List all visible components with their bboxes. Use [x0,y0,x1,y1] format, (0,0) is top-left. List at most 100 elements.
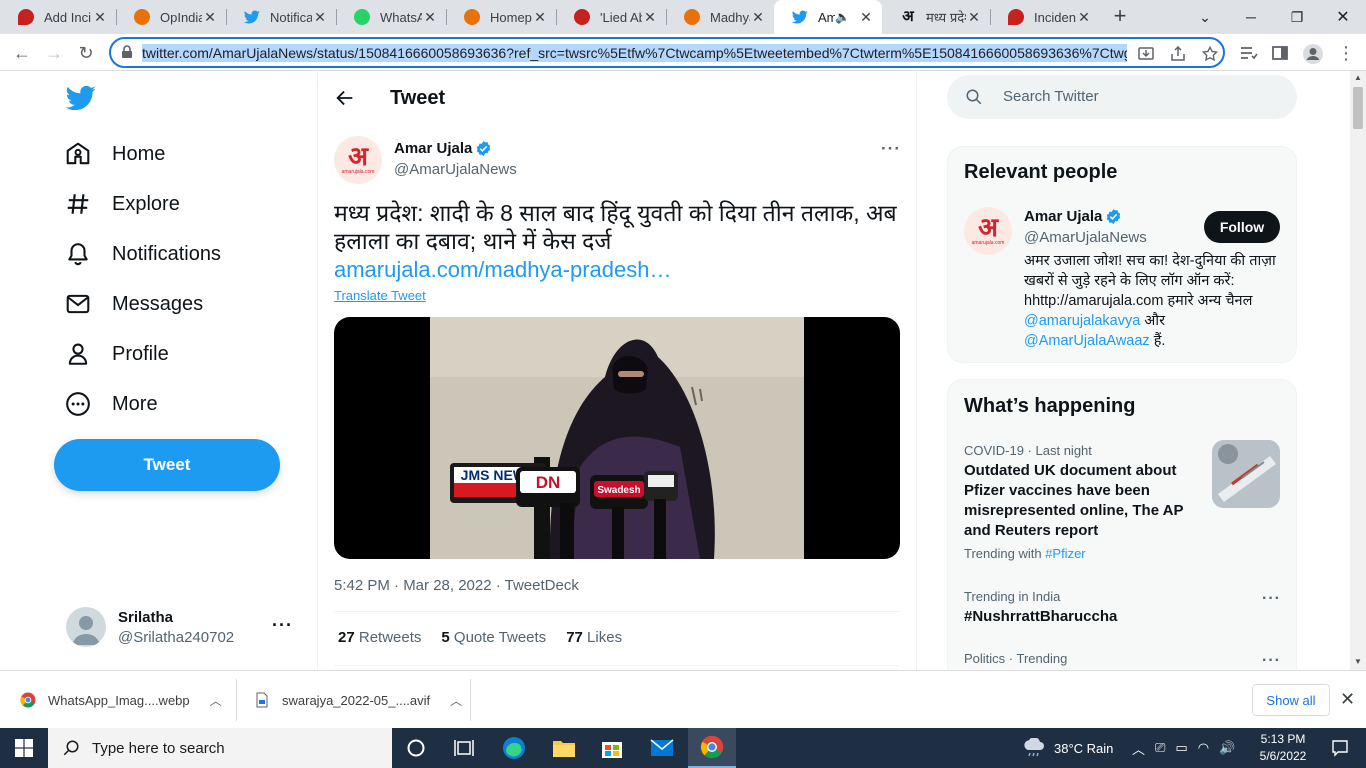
trend-item[interactable]: COVID-19 · Last night Outdated UK docume… [964,443,1204,561]
trend-hashtag-link[interactable]: #Pfizer [1045,546,1085,561]
wifi-icon[interactable]: ◠ [1198,740,1209,756]
close-icon[interactable]: ✕ [1076,9,1092,25]
side-panel-icon[interactable] [1270,43,1290,63]
page-scrollbar[interactable]: ▲ ▼ [1350,71,1366,670]
chrome-browser-icon[interactable] [688,728,736,768]
ellipsis-icon[interactable]: ··· [881,139,901,159]
back-button[interactable]: ← [8,40,36,66]
search-input[interactable]: Search Twitter [947,75,1297,119]
browser-tab[interactable]: OpIndia ✕ [116,0,226,34]
avatar[interactable]: अ amarujala.com [334,136,382,184]
new-tab-button[interactable]: + [1108,5,1132,29]
windows-start-icon[interactable] [0,728,48,768]
ellipsis-icon[interactable]: ··· [272,615,293,636]
tweet-button[interactable]: Tweet [54,439,280,491]
avatar[interactable]: अ amarujala.com [964,207,1012,255]
microsoft-store-icon[interactable] [588,728,636,768]
back-arrow-icon[interactable] [334,87,356,109]
file-explorer-icon[interactable] [540,728,588,768]
address-bar[interactable]: twitter.com/AmarUjalaNews/status/1508416… [109,37,1225,68]
quote-tweets-stat[interactable]: 5 Quote Tweets [441,629,546,646]
trend-item[interactable]: Trending in India #NushrrattBharuccha [964,589,1282,627]
minimize-button[interactable]: ─ [1228,0,1274,34]
task-view-icon[interactable] [440,728,488,768]
maximize-button[interactable]: ❐ [1274,0,1320,34]
show-all-downloads-button[interactable]: Show all [1252,684,1330,716]
nav-explore[interactable]: Explore [64,182,180,226]
account-switcher[interactable]: Srilatha @Srilatha240702 ··· [64,603,296,651]
trend-thumbnail[interactable] [1212,440,1280,508]
url-text[interactable]: twitter.com/AmarUjalaNews/status/1508416… [142,44,1127,62]
author-handle[interactable]: @AmarUjalaNews [394,161,517,178]
nav-more[interactable]: More [64,382,158,426]
browser-tab-active[interactable]: Ama 🔈 ✕ [774,0,882,34]
share-icon[interactable] [1169,45,1187,63]
reading-list-icon[interactable] [1238,43,1258,63]
browser-tab[interactable]: Madhya ✕ [666,0,774,34]
weather-widget[interactable]: 38°C Rain [1022,728,1113,768]
close-icon[interactable]: ✕ [642,9,658,25]
close-icon[interactable]: ✕ [92,9,108,25]
close-icon[interactable]: ✕ [202,9,218,25]
volume-icon[interactable]: 🔊 [1219,740,1235,756]
close-window-button[interactable]: ✕ [1320,0,1366,34]
retweets-stat[interactable]: 27 Retweets [338,629,421,646]
chevron-up-icon[interactable]: ︿ [210,692,222,709]
profile-avatar-icon[interactable] [1302,43,1323,64]
trend-item[interactable]: Politics · Trending [964,651,1282,666]
cortana-icon[interactable] [392,728,440,768]
tweet-timestamp[interactable]: 5:42 PM · Mar 28, 2022 · TweetDeck [334,577,579,594]
chevron-up-icon[interactable]: ︿ [1132,739,1145,758]
bio-mention-link[interactable]: @amarujalakavya [1024,313,1140,329]
system-clock[interactable]: 5:13 PM 5/6/2022 [1252,731,1314,765]
nav-profile[interactable]: Profile [64,332,169,376]
edge-browser-icon[interactable] [490,728,538,768]
ellipsis-icon[interactable]: ··· [1262,590,1281,608]
browser-tab[interactable]: Add Inci ✕ [0,0,116,34]
browser-tab[interactable]: अ मध्य प्रदेश ✕ [882,0,990,34]
scroll-down-arrow-icon[interactable]: ▼ [1354,657,1362,666]
tweet-link[interactable]: amarujala.com/madhya-pradesh… [334,257,672,283]
download-item[interactable]: swarajya_2022-05_....avif ︿ [254,679,462,721]
twitter-logo-icon[interactable] [66,85,96,111]
nav-messages[interactable]: Messages [64,282,203,326]
close-icon[interactable]: ✕ [532,9,548,25]
browser-tab[interactable]: Incident ✕ [990,0,1100,34]
nav-home[interactable]: Home [64,132,165,176]
close-icon[interactable]: ✕ [422,9,438,25]
person-handle[interactable]: @AmarUjalaNews [1024,229,1147,246]
meet-now-icon[interactable]: ⎚ [1155,740,1165,756]
nav-notifications[interactable]: Notifications [64,232,221,276]
battery-icon[interactable]: ▭ [1175,740,1187,756]
taskbar-search-input[interactable]: Type here to search [48,728,392,768]
install-app-icon[interactable] [1137,45,1155,63]
close-icon[interactable]: ✕ [858,9,874,25]
close-icon[interactable]: ✕ [312,9,328,25]
bio-mention-link[interactable]: @AmarUjalaAwaaz [1024,333,1150,349]
browser-tab[interactable]: Notificat ✕ [226,0,336,34]
reload-button[interactable]: ↻ [72,40,100,66]
scrollbar-thumb[interactable] [1353,87,1363,129]
follow-button[interactable]: Follow [1204,211,1280,243]
tweet-video[interactable]: JMS NEWS DN Swadesh [334,317,900,559]
bookmark-star-icon[interactable] [1201,45,1219,63]
scroll-up-arrow-icon[interactable]: ▲ [1354,73,1362,82]
browser-tab[interactable]: WhatsAp ✕ [336,0,446,34]
forward-button[interactable]: → [40,40,68,66]
likes-stat[interactable]: 77 Likes [566,629,622,646]
chevron-up-icon[interactable]: ︿ [450,692,462,709]
notifications-icon[interactable] [1316,728,1364,768]
translate-tweet-link[interactable]: Translate Tweet [334,288,426,303]
download-item[interactable]: WhatsApp_Imag....webp ︿ [20,679,222,721]
browser-tab[interactable]: Homepa ✕ [446,0,556,34]
browser-menu-icon[interactable]: ⋮ [1336,43,1356,63]
browser-tab[interactable]: 'Lied Ab ✕ [556,0,666,34]
person-name[interactable]: Amar Ujala [1024,208,1122,225]
audio-playing-icon[interactable]: 🔈 [835,10,850,24]
lock-icon[interactable] [121,45,133,59]
ellipsis-icon[interactable]: ··· [1262,652,1281,670]
close-icon[interactable]: ✕ [1340,689,1355,710]
author-name[interactable]: Amar Ujala [394,140,492,157]
close-icon[interactable]: ✕ [750,9,766,25]
mail-icon[interactable] [638,728,686,768]
